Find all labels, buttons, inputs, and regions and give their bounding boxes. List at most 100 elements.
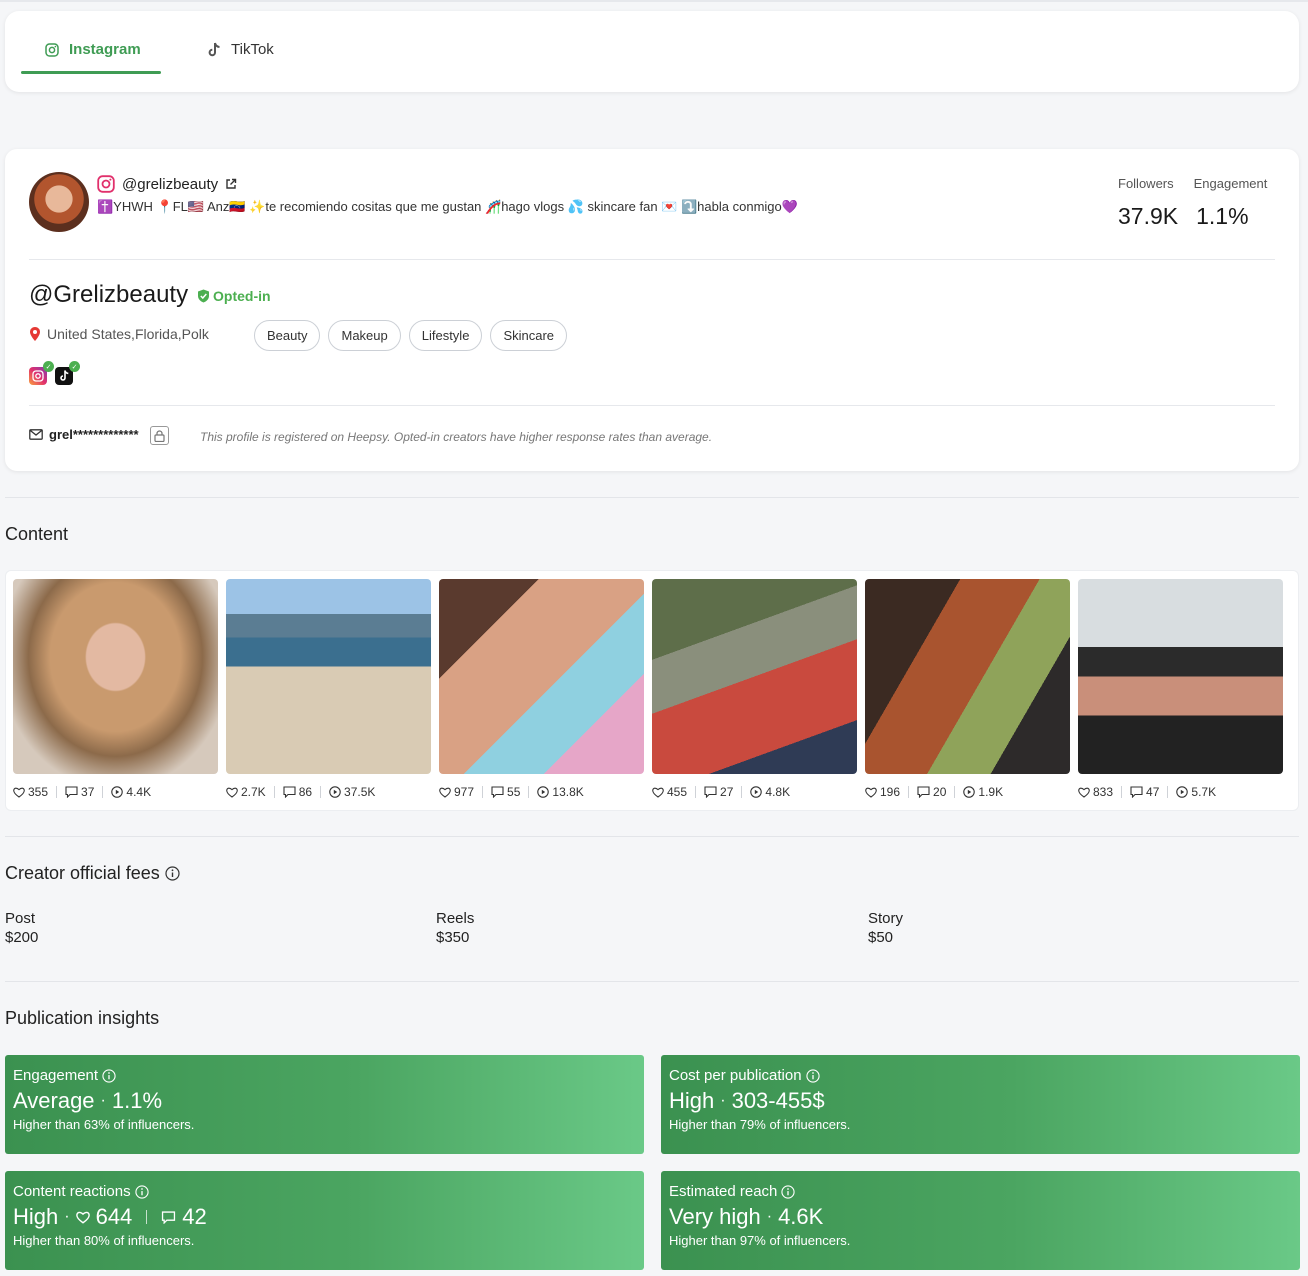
tiktok-icon [208,42,220,56]
opted-in-badge: Opted-in [197,288,271,304]
check-icon: ✓ [43,361,54,372]
insight-title: Cost per publication [669,1067,802,1084]
section-divider [5,497,1299,498]
platform-tabs: Instagram TikTok [5,11,1299,92]
post-views: 37.5K [344,785,376,799]
insight-subtext: Higher than 79% of influencers. [669,1117,851,1132]
play-icon [750,786,763,798]
insight-level: Average [13,1088,95,1113]
post-card[interactable]: 977 55 13.8K [439,579,644,799]
fees-title-text: Creator official fees [5,863,160,883]
tag-lifestyle[interactable]: Lifestyle [408,320,483,351]
post-comments: 47 [1146,785,1160,799]
tab-instagram[interactable]: Instagram [45,41,141,58]
post-thumbnail[interactable] [226,579,431,774]
external-link-icon[interactable] [225,178,237,190]
profile-name: @Grelizbeauty [29,281,189,308]
profile-handle: @grelizbeauty [122,175,219,193]
post-card[interactable]: 196 20 1.9K [865,579,1070,799]
post-comments: 20 [933,785,947,799]
instagram-icon [97,175,115,193]
instagram-platform-icon[interactable]: ✓ [29,361,54,385]
content-title: Content [5,524,69,544]
location-pin-icon [30,327,40,341]
unlock-email-button[interactable] [150,426,169,445]
insight-level: High [669,1088,715,1113]
post-thumbnail[interactable] [439,579,644,774]
info-icon[interactable] [781,1184,796,1199]
posts-row: 355 37 4.4K 2.7K 86 37.5K 977 55 13.8K 4… [13,579,1283,799]
insight-value: 303-455$ [731,1088,825,1113]
avatar [29,172,89,232]
email-row: grel************* [29,427,139,442]
section-divider [5,981,1299,982]
post-thumbnail[interactable] [13,579,218,774]
shield-check-icon [198,289,209,303]
followers-label: Followers [1118,176,1174,191]
comment-icon [917,786,930,798]
heart-icon [865,787,877,798]
fee-label: Reels [436,910,475,927]
post-views: 1.9K [978,785,1004,799]
insight-level: Very high [669,1204,761,1229]
insight-title: Engagement [13,1067,99,1084]
post-likes: 196 [880,785,901,799]
profile-handle-row[interactable]: @grelizbeauty [97,175,237,193]
post-thumbnail[interactable] [1078,579,1283,774]
info-icon[interactable] [805,1068,820,1083]
section-divider [5,836,1299,837]
insight-subtext: Higher than 80% of influencers. [13,1233,195,1248]
tab-tiktok-label: TikTok [231,41,274,58]
post-views: 13.8K [552,785,584,799]
post-likes: 2.7K [241,785,266,799]
post-thumbnail[interactable] [652,579,857,774]
fee-label: Story [868,910,904,927]
insight-reactions: Content reactions High · 644 42 Higher t… [5,1171,644,1270]
tab-instagram-label: Instagram [69,41,141,58]
heart-icon [439,787,451,798]
post-card[interactable]: 455 27 4.8K [652,579,857,799]
info-icon[interactable] [165,866,180,881]
tag-beauty[interactable]: Beauty [254,320,321,351]
post-comments: 27 [720,785,734,799]
post-card[interactable]: 355 37 4.4K [13,579,218,799]
comment-icon [283,786,296,798]
heart-icon [652,787,664,798]
location: United States,Florida,Polk [29,326,209,342]
divider [29,405,1275,406]
tiktok-platform-icon[interactable]: ✓ [55,361,80,385]
tag-skincare[interactable]: Skincare [490,320,568,351]
opted-in-label: Opted-in [213,288,271,304]
heart-icon [1078,787,1090,798]
post-views: 4.8K [765,785,791,799]
comment-icon [704,786,717,798]
fee-post: Post $200 [5,910,38,946]
insight-subtext: Higher than 97% of influencers. [669,1233,851,1248]
heart-icon [75,1211,90,1224]
comment-icon [162,1210,176,1224]
heart-icon [13,787,25,798]
insight-title: Content reactions [13,1183,131,1200]
comment-icon [65,786,78,798]
comment-icon [491,786,504,798]
instagram-icon [45,42,59,57]
insight-value: 1.1% [111,1088,163,1113]
tab-tiktok[interactable]: TikTok [207,41,274,58]
registration-note: This profile is registered on Heepsy. Op… [200,430,713,444]
play-icon [963,786,976,798]
insight-title: Estimated reach [669,1183,778,1200]
masked-email: grel************* [49,427,139,442]
info-icon[interactable] [134,1184,149,1199]
post-thumbnail[interactable] [865,579,1070,774]
info-icon[interactable] [102,1068,116,1083]
insight-comments: 42 [182,1204,207,1229]
heart-icon [226,787,238,798]
engagement-label: Engagement [1193,176,1268,191]
post-comments: 37 [81,785,95,799]
category-tags: Beauty Makeup Lifestyle Skincare [254,320,568,351]
content-card: 355 37 4.4K 2.7K 86 37.5K 977 55 13.8K 4… [5,570,1299,811]
fee-reels: Reels $350 [436,910,474,946]
post-card[interactable]: 2.7K 86 37.5K [226,579,431,799]
tag-makeup[interactable]: Makeup [328,320,401,351]
post-card[interactable]: 833 47 5.7K [1078,579,1283,799]
